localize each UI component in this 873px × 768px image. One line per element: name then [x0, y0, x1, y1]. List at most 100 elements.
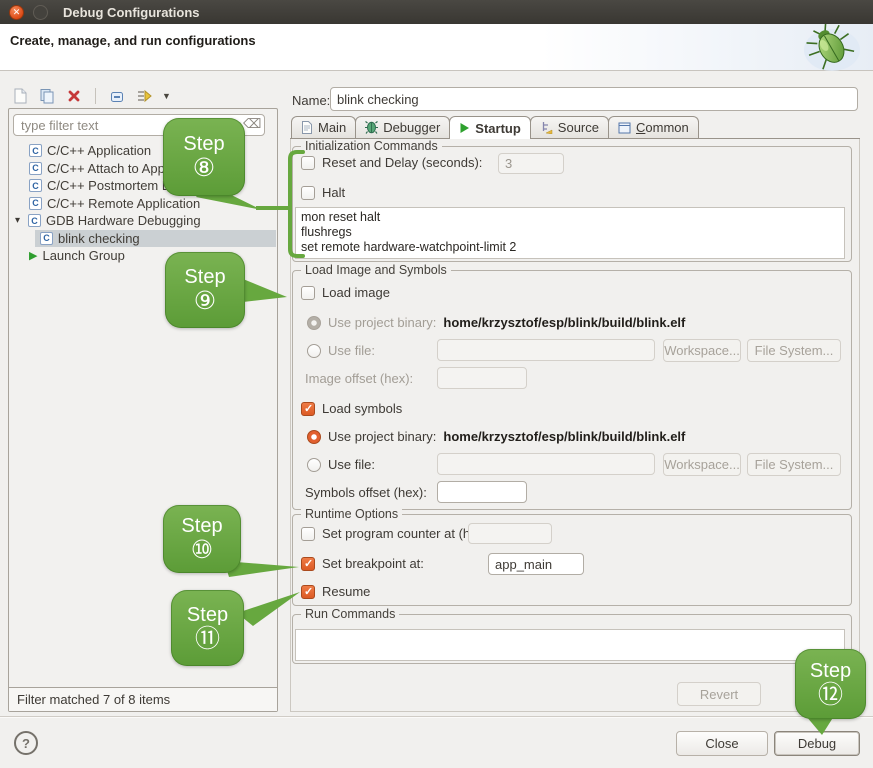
toolbar-menu-dropdown-icon[interactable]: ▼ [162, 91, 171, 101]
load-image-checkbox[interactable] [301, 286, 315, 300]
tree-item-label: C/C++ Application [47, 143, 151, 158]
c-config-icon: C [29, 197, 42, 210]
symbols-offset-input[interactable] [437, 481, 527, 503]
main-tab-icon [301, 121, 313, 134]
name-label: Name: [292, 93, 330, 108]
group-title: Run Commands [301, 607, 399, 621]
tab-main[interactable]: Main [291, 116, 356, 138]
resume-label: Resume [322, 584, 370, 599]
filter-status: Filter matched 7 of 8 items [9, 687, 277, 711]
c-config-icon: C [40, 232, 53, 245]
init-commands-textarea[interactable]: mon reset halt flushregs set remote hard… [295, 207, 845, 259]
window-title: Debug Configurations [63, 5, 200, 20]
launch-group-icon: ▶ [29, 249, 37, 262]
group-title: Initialization Commands [301, 139, 442, 153]
resume-checkbox[interactable] [301, 585, 315, 599]
load-symbols-label: Load symbols [322, 401, 402, 416]
tab-source[interactable]: Source [530, 116, 609, 138]
help-button[interactable]: ? [14, 731, 38, 755]
tab-debugger[interactable]: Debugger [355, 116, 450, 138]
image-use-project-binary-radio[interactable] [307, 316, 321, 330]
common-tab-icon [618, 122, 631, 134]
new-configuration-icon[interactable] [11, 87, 29, 105]
tree-item-label: Launch Group [42, 248, 124, 263]
name-input[interactable] [330, 87, 858, 111]
use-project-binary-label: Use project binary: [328, 429, 436, 444]
use-file-label: Use file: [328, 457, 375, 472]
halt-checkbox[interactable] [301, 186, 315, 200]
debug-button[interactable]: Debug [774, 731, 860, 756]
c-config-icon: C [28, 214, 41, 227]
tree-item-blink-checking[interactable]: C blink checking [35, 230, 276, 248]
step-8-callout: Step⑧ [163, 118, 245, 196]
c-config-icon: C [29, 162, 42, 175]
content-border-bottom [290, 711, 860, 712]
tree-item-cpp-remote[interactable]: C C/C++ Remote Application [9, 195, 276, 213]
group-title: Runtime Options [301, 507, 402, 521]
initialization-commands-group: Initialization Commands Reset and Delay … [292, 146, 852, 262]
clear-filter-icon[interactable]: ⌫ [243, 118, 261, 131]
content-border-left [290, 138, 291, 711]
image-use-file-radio[interactable] [307, 344, 321, 358]
revert-button[interactable]: Revert [677, 682, 761, 706]
debug-configurations-window: ✕ Debug Configurations Create, manage, a… [0, 0, 873, 768]
set-program-counter-checkbox[interactable] [301, 527, 315, 541]
duplicate-configuration-icon[interactable] [38, 87, 56, 105]
image-file-system-button[interactable]: File System... [747, 339, 841, 362]
step-9-callout: Step⑨ [165, 252, 245, 328]
reset-and-delay-label: Reset and Delay (seconds): [322, 155, 482, 170]
tab-common[interactable]: Common [608, 116, 699, 138]
filter-configurations-icon[interactable] [135, 87, 153, 105]
load-image-symbols-group: Load Image and Symbols Load image Use pr… [292, 270, 852, 510]
halt-label: Halt [322, 185, 345, 200]
step-12-callout: Step⑫ [795, 649, 866, 719]
tree-item-label: blink checking [58, 231, 140, 246]
tab-startup[interactable]: Startup [449, 116, 531, 139]
set-breakpoint-checkbox[interactable] [301, 557, 315, 571]
group-title: Load Image and Symbols [301, 263, 451, 277]
tree-item-label: GDB Hardware Debugging [46, 213, 201, 228]
collapse-all-icon[interactable] [108, 87, 126, 105]
window-close-button[interactable]: ✕ [9, 5, 24, 20]
reset-and-delay-checkbox[interactable] [301, 156, 315, 170]
startup-tab-icon [459, 122, 470, 134]
source-tab-icon [540, 121, 553, 134]
load-image-label: Load image [322, 285, 390, 300]
set-breakpoint-label: Set breakpoint at: [322, 556, 424, 571]
image-file-input[interactable] [437, 339, 655, 361]
tree-item-gdb-hardware-debugging[interactable]: ▾ C GDB Hardware Debugging [9, 212, 276, 230]
symbols-file-system-button[interactable]: File System... [747, 453, 841, 476]
symbols-offset-label: Symbols offset (hex): [305, 485, 427, 500]
c-config-icon: C [29, 179, 42, 192]
tab-bar: Main Debugger Startup Source Common [291, 116, 698, 139]
symbols-file-input[interactable] [437, 453, 655, 475]
project-binary-path: home/krzysztof/esp/blink/build/blink.elf [443, 315, 685, 330]
project-binary-path: home/krzysztof/esp/blink/build/blink.elf [443, 429, 685, 444]
use-project-binary-label: Use project binary: [328, 315, 436, 330]
runtime-options-group: Runtime Options Set program counter at (… [292, 514, 852, 606]
close-icon: ✕ [13, 8, 21, 17]
window-minimize-button[interactable] [33, 5, 48, 20]
breakpoint-input[interactable] [488, 553, 584, 575]
delete-configuration-icon[interactable] [65, 87, 83, 105]
expander-icon[interactable]: ▾ [15, 215, 28, 226]
symbols-use-project-binary-radio[interactable] [307, 430, 321, 444]
reset-delay-input[interactable] [498, 153, 564, 174]
symbols-use-file-radio[interactable] [307, 458, 321, 472]
symbols-workspace-button[interactable]: Workspace... [663, 453, 741, 476]
dialog-subtitle: Create, manage, and run configurations [10, 33, 256, 48]
configurations-toolbar: ▼ [11, 87, 171, 105]
run-commands-group: Run Commands [292, 614, 852, 664]
set-program-counter-label: Set program counter at (hex): [322, 526, 492, 541]
close-button[interactable]: Close [676, 731, 768, 756]
program-counter-input[interactable] [468, 523, 552, 544]
run-commands-textarea[interactable] [295, 629, 845, 661]
footer-separator [0, 716, 873, 717]
image-workspace-button[interactable]: Workspace... [663, 339, 741, 362]
toolbar-separator [95, 88, 96, 104]
image-offset-label: Image offset (hex): [305, 371, 413, 386]
image-offset-input[interactable] [437, 367, 527, 389]
load-symbols-checkbox[interactable] [301, 402, 315, 416]
dialog-header: Create, manage, and run configurations [0, 24, 873, 71]
title-bar: ✕ Debug Configurations [0, 0, 873, 24]
